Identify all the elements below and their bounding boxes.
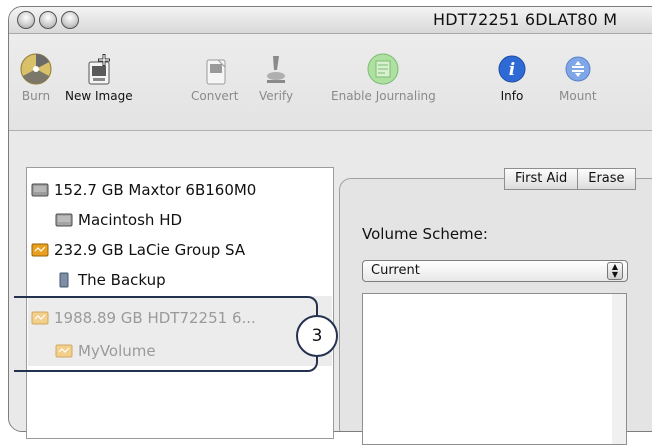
callout-bracket xyxy=(14,296,318,372)
device-list-item[interactable]: Macintosh HD xyxy=(55,208,182,232)
volume-scheme-preview[interactable] xyxy=(362,293,614,445)
device-list-item[interactable]: The Backup xyxy=(55,268,166,292)
burn-button[interactable]: Burn xyxy=(19,52,53,103)
device-label: Macintosh HD xyxy=(78,211,183,229)
mount-icon xyxy=(565,56,591,82)
title-bar[interactable]: HDT72251 6DLAT80 M xyxy=(9,7,652,34)
external-drive-icon xyxy=(31,243,49,257)
tab-first-aid[interactable]: First Aid xyxy=(504,168,579,190)
close-button[interactable] xyxy=(17,11,35,29)
burn-label: Burn xyxy=(21,89,51,103)
callout-number: 3 xyxy=(296,315,338,357)
new-image-label: New Image xyxy=(65,89,133,103)
convert-label: Convert xyxy=(191,89,239,103)
hard-drive-icon xyxy=(31,183,49,197)
device-list-item[interactable]: 152.7 GB Maxtor 6B160M0 xyxy=(31,178,256,202)
window-title: HDT72251 6DLAT80 M xyxy=(433,10,618,29)
info-label: Info xyxy=(500,89,524,103)
convert-icon xyxy=(206,59,226,85)
enable-journaling-button[interactable]: Enable Journaling xyxy=(331,52,436,103)
volume-icon xyxy=(55,213,73,227)
volume-scheme-scrollbar[interactable] xyxy=(612,293,627,445)
verify-label: Verify xyxy=(259,89,294,103)
volume-scheme-label: Volume Scheme: xyxy=(362,225,488,243)
convert-button[interactable]: Convert xyxy=(191,52,238,103)
volume-scheme-value: Current xyxy=(371,263,420,278)
enable-journaling-label: Enable Journaling xyxy=(331,89,436,103)
chevron-updown-icon: ▲ ▼ xyxy=(607,262,623,280)
mount-button[interactable]: Mount xyxy=(559,52,597,103)
device-label: 232.9 GB LaCie Group SA xyxy=(54,241,246,259)
device-label: 152.7 GB Maxtor 6B160M0 xyxy=(54,181,257,199)
device-list-item[interactable]: 232.9 GB LaCie Group SA xyxy=(31,238,245,262)
verify-icon xyxy=(267,56,286,83)
burn-icon xyxy=(20,53,52,85)
toolbar: Burn New Image Convert Verify Enable Jou… xyxy=(9,34,652,131)
zoom-button[interactable] xyxy=(61,11,79,29)
verify-button[interactable]: Verify xyxy=(259,52,293,103)
minimize-button[interactable] xyxy=(39,11,57,29)
device-label: The Backup xyxy=(78,271,166,289)
volume-icon xyxy=(59,272,69,288)
journaling-icon xyxy=(367,53,399,85)
tab-erase[interactable]: Erase xyxy=(578,168,636,190)
info-button[interactable]: i Info xyxy=(495,52,529,103)
new-image-icon xyxy=(88,54,110,85)
svg-text:i: i xyxy=(509,60,515,80)
info-icon: i xyxy=(498,55,526,83)
new-image-button[interactable]: New Image xyxy=(65,52,133,103)
volume-scheme-select[interactable]: Current ▲ ▼ xyxy=(362,260,628,282)
mount-label: Mount xyxy=(559,89,597,103)
tab-bar: First Aid Erase xyxy=(504,168,636,190)
